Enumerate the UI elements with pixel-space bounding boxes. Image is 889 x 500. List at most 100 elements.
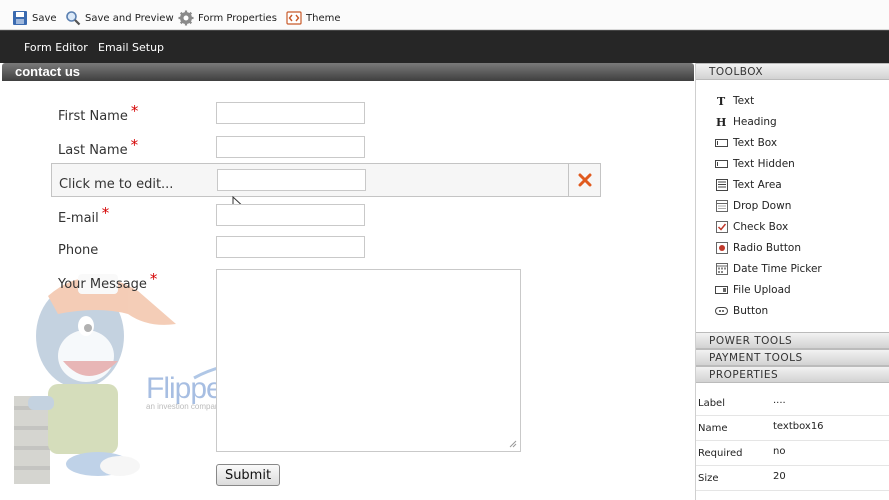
file-upload-icon bbox=[715, 284, 728, 296]
magnifier-icon bbox=[66, 11, 81, 26]
form-builder-app: Save Save and Preview Form Properties Th… bbox=[0, 0, 889, 500]
textarea-icon bbox=[715, 179, 728, 191]
theme-label: Theme bbox=[306, 12, 341, 24]
toolbox-header-label: TOOLBOX bbox=[709, 66, 764, 78]
top-toolbar: Save Save and Preview Form Properties Th… bbox=[0, 0, 889, 30]
prop-size-value[interactable]: 20 bbox=[773, 471, 786, 482]
prop-size-label: Size bbox=[698, 473, 719, 484]
save-and-preview-label: Save and Preview bbox=[85, 12, 174, 24]
email-label: E-mail * bbox=[58, 204, 109, 226]
heading-icon: H bbox=[715, 116, 728, 128]
tool-text-hidden[interactable]: Text Hidden bbox=[715, 156, 795, 172]
payment-tools-label: PAYMENT TOOLS bbox=[709, 352, 803, 364]
radio-icon bbox=[715, 242, 728, 254]
form-title: contact us bbox=[15, 64, 81, 79]
tool-file-upload[interactable]: File Upload bbox=[715, 282, 791, 298]
calendar-icon bbox=[715, 263, 728, 275]
tool-radio-button[interactable]: Radio Button bbox=[715, 240, 801, 256]
checkbox-icon bbox=[715, 221, 728, 233]
prop-label-value[interactable]: .... bbox=[773, 395, 786, 406]
required-marker: * bbox=[130, 102, 139, 120]
required-marker: * bbox=[149, 270, 158, 288]
submit-button[interactable]: Submit bbox=[216, 464, 280, 486]
text-hidden-icon bbox=[715, 158, 728, 170]
tool-check-box[interactable]: Check Box bbox=[715, 219, 788, 235]
required-marker: * bbox=[101, 204, 110, 222]
flipperhost-tagline: an investion company bbox=[146, 402, 224, 411]
dropdown-icon bbox=[715, 200, 728, 212]
save-label: Save bbox=[32, 12, 57, 24]
prop-divider bbox=[696, 490, 889, 491]
nav-form-editor[interactable]: Form Editor bbox=[24, 41, 88, 54]
tool-label: Radio Button bbox=[733, 242, 802, 254]
message-label: Your Message * bbox=[58, 270, 157, 292]
properties-label: PROPERTIES bbox=[709, 369, 779, 381]
tool-label: Heading bbox=[733, 116, 777, 128]
first-name-label-text: First Name bbox=[58, 109, 128, 124]
tool-text-box[interactable]: Text Box bbox=[715, 135, 777, 151]
delete-field-button[interactable] bbox=[568, 164, 600, 196]
right-panel: TOOLBOX T Text H Heading Text Box Text H… bbox=[695, 63, 889, 500]
prop-required-label: Required bbox=[698, 448, 743, 459]
prop-divider bbox=[696, 440, 889, 441]
form-properties-label: Form Properties bbox=[198, 12, 277, 24]
tool-label: File Upload bbox=[733, 284, 791, 296]
form-title-bar: contact us bbox=[2, 63, 694, 81]
prop-divider bbox=[696, 465, 889, 466]
tool-label: Text Area bbox=[733, 179, 782, 191]
tool-text[interactable]: T Text bbox=[715, 93, 755, 109]
button-icon bbox=[715, 305, 728, 317]
prop-label-label: Label bbox=[698, 398, 725, 409]
form-properties-button[interactable]: Form Properties bbox=[178, 8, 277, 28]
main-nav: Form Editor Email Setup bbox=[0, 30, 889, 63]
tool-button[interactable]: Button bbox=[715, 303, 768, 319]
phone-input[interactable] bbox=[216, 236, 365, 258]
save-button[interactable]: Save bbox=[12, 8, 57, 28]
last-name-label-text: Last Name bbox=[58, 143, 128, 158]
tool-text-area[interactable]: Text Area bbox=[715, 177, 782, 193]
tool-label: Drop Down bbox=[733, 200, 792, 212]
tool-label: Text Box bbox=[733, 137, 778, 149]
click-to-edit-label[interactable]: Click me to edit... bbox=[59, 177, 173, 192]
selected-field-row[interactable]: Click me to edit... bbox=[51, 163, 601, 197]
svg-text:H: H bbox=[716, 116, 726, 128]
tool-label: Check Box bbox=[733, 221, 789, 233]
power-tools-header[interactable]: POWER TOOLS bbox=[696, 332, 889, 349]
tool-heading[interactable]: H Heading bbox=[715, 114, 777, 130]
nav-email-setup[interactable]: Email Setup bbox=[98, 41, 164, 54]
text-icon: T bbox=[715, 95, 728, 107]
theme-icon bbox=[286, 11, 302, 25]
power-tools-label: POWER TOOLS bbox=[709, 335, 793, 347]
tool-date-time-picker[interactable]: Date Time Picker bbox=[715, 261, 822, 277]
new-textbox-input[interactable] bbox=[217, 169, 366, 191]
save-and-preview-button[interactable]: Save and Preview bbox=[65, 8, 174, 28]
theme-button[interactable]: Theme bbox=[286, 8, 341, 28]
last-name-label: Last Name * bbox=[58, 136, 138, 158]
floppy-disk-icon bbox=[13, 11, 27, 25]
gear-icon bbox=[178, 10, 194, 26]
email-label-text: E-mail bbox=[58, 211, 99, 226]
textbox-icon bbox=[715, 137, 728, 149]
tool-label: Text Hidden bbox=[733, 158, 795, 170]
message-textarea[interactable] bbox=[216, 269, 521, 452]
email-input[interactable] bbox=[216, 204, 365, 226]
first-name-input[interactable] bbox=[216, 102, 365, 124]
prop-name-value[interactable]: textbox16 bbox=[773, 421, 824, 432]
properties-header[interactable]: PROPERTIES bbox=[696, 366, 889, 383]
svg-text:T: T bbox=[717, 95, 726, 107]
message-label-text: Your Message bbox=[58, 277, 147, 292]
close-icon bbox=[578, 173, 591, 187]
first-name-label: First Name * bbox=[58, 102, 138, 124]
last-name-input[interactable] bbox=[216, 136, 365, 158]
toolbox-header[interactable]: TOOLBOX bbox=[696, 63, 889, 80]
prop-required-value[interactable]: no bbox=[773, 446, 785, 457]
resize-handle-icon[interactable] bbox=[509, 440, 517, 448]
phone-label: Phone bbox=[58, 243, 99, 258]
tool-label: Date Time Picker bbox=[733, 263, 822, 275]
tool-label: Button bbox=[733, 305, 769, 317]
tool-drop-down[interactable]: Drop Down bbox=[715, 198, 791, 214]
required-marker: * bbox=[130, 136, 139, 154]
payment-tools-header[interactable]: PAYMENT TOOLS bbox=[696, 349, 889, 366]
tool-label: Text bbox=[733, 95, 755, 107]
prop-divider bbox=[696, 415, 889, 416]
